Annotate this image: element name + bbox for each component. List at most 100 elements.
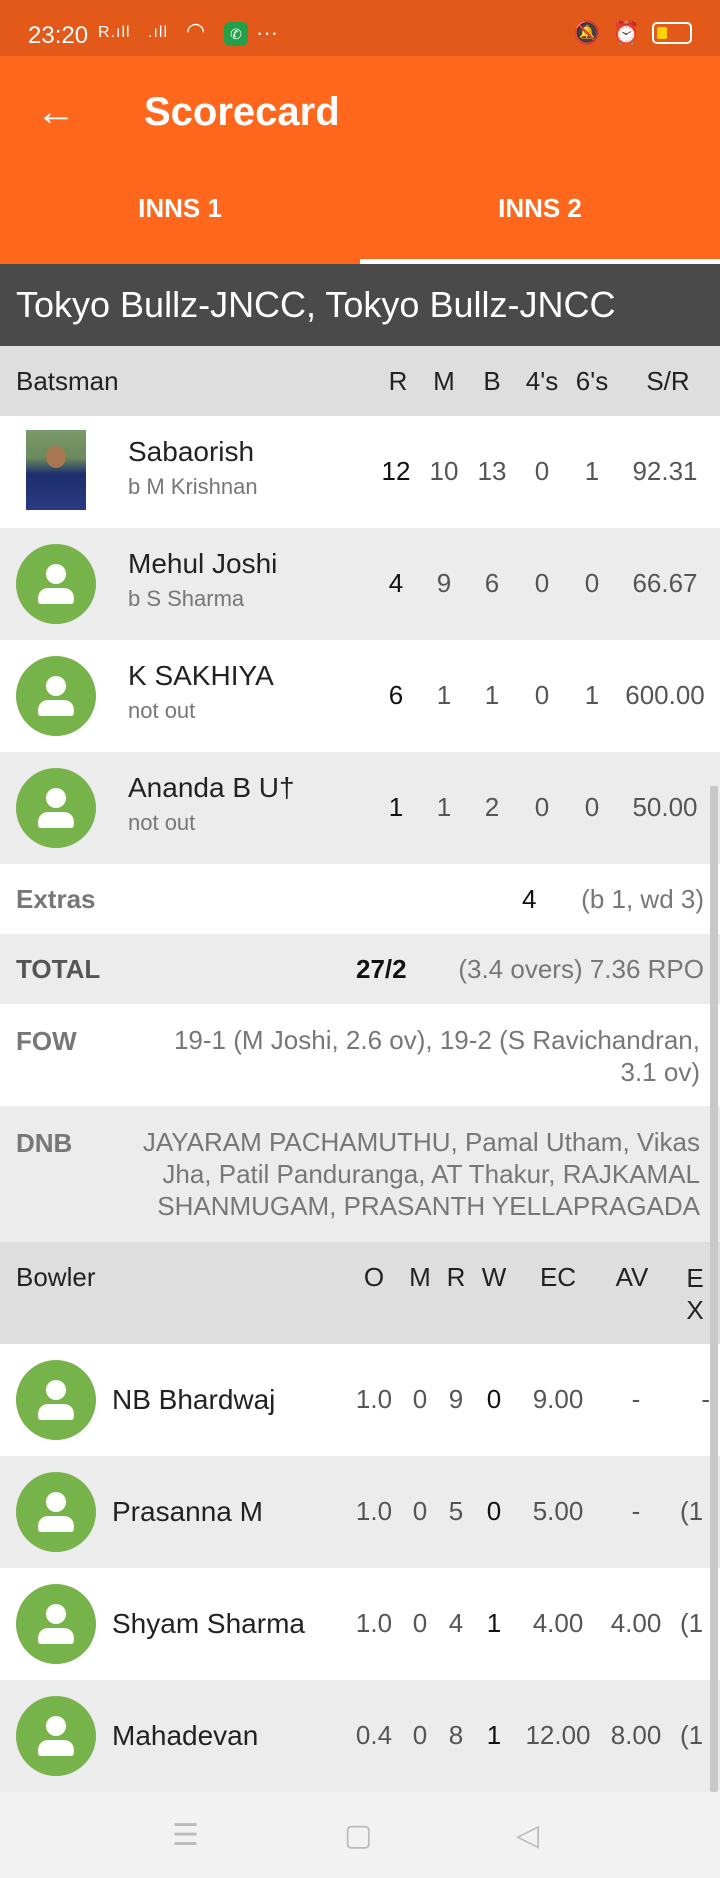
runs-header: R xyxy=(388,366,408,396)
batsman-row[interactable]: Ananda B U† not out 1 1 2 0 0 50.00 xyxy=(0,752,720,864)
runs-value: 6 xyxy=(388,680,404,710)
batsman-name: Sabaorish xyxy=(128,436,255,467)
fours-header: 4's xyxy=(525,366,559,396)
player-photo xyxy=(26,430,86,510)
sixes-value: 1 xyxy=(584,456,600,486)
wickets-value: 1 xyxy=(486,1720,502,1750)
balls-value: 2 xyxy=(484,792,500,822)
avatar-icon xyxy=(16,544,96,624)
batsman-row[interactable]: Sabaorish b M Krishnan 12 10 13 0 1 92.3… xyxy=(0,416,720,528)
wifi-icon: ◠ xyxy=(186,18,207,43)
bowler-name: NB Bhardwaj xyxy=(112,1384,276,1415)
maidens-header: M xyxy=(409,1262,431,1292)
total-value: 27/2 xyxy=(356,954,407,984)
scrollbar[interactable] xyxy=(710,786,718,1792)
dnb-line: SHANMUGAM, PRASANTH YELLAPRAGADA xyxy=(157,1191,700,1221)
back-arrow-icon[interactable]: ← xyxy=(36,92,76,132)
batsman-name: K SAKHIYA xyxy=(128,660,274,691)
fow-line: 19-1 (M Joshi, 2.6 ov), 19-2 (S Ravichan… xyxy=(173,1025,700,1055)
average-header: AV xyxy=(615,1262,649,1292)
back-icon[interactable]: ◁ xyxy=(516,1818,539,1853)
alarm-icon: ⏰ xyxy=(612,20,640,45)
economy-value: 9.00 xyxy=(532,1384,584,1414)
strike-rate-value: 50.00 xyxy=(632,792,698,822)
tab-inns-2[interactable]: INNS 2 xyxy=(360,168,720,264)
avatar-icon xyxy=(16,656,96,736)
total-label: TOTAL xyxy=(16,954,101,984)
sixes-header: 6's xyxy=(575,366,609,396)
bowler-row[interactable]: Shyam Sharma 1.0 0 4 1 4.00 4.00 (1 xyxy=(0,1568,720,1680)
extras-detail: (b 1, wd 3) xyxy=(581,884,704,914)
tab-inns-1[interactable]: INNS 1 xyxy=(0,168,360,264)
maidens-value: 0 xyxy=(412,1720,428,1750)
wickets-value: 0 xyxy=(486,1496,502,1526)
sixes-value: 0 xyxy=(584,792,600,822)
balls-value: 13 xyxy=(477,456,507,486)
average-value: - xyxy=(631,1496,641,1526)
economy-value: 4.00 xyxy=(532,1608,584,1638)
extras-value: (1 xyxy=(680,1496,704,1526)
fours-value: 0 xyxy=(534,456,550,486)
bowler-name: Prasanna M xyxy=(112,1496,263,1527)
extras-value: (1 xyxy=(680,1608,704,1638)
batsman-name: Ananda B U† xyxy=(128,772,295,803)
dismissal-text: not out xyxy=(128,698,196,723)
system-nav-bar: ☰ ▢ ◁ xyxy=(0,1792,720,1878)
page-title: Scorecard xyxy=(144,90,340,134)
bowler-row[interactable]: Mahadevan 0.4 0 8 1 12.00 8.00 (1 xyxy=(0,1680,720,1792)
extras-value: (1 xyxy=(680,1720,704,1750)
minutes-value: 1 xyxy=(436,680,452,710)
avatar-icon xyxy=(16,1584,96,1664)
fow-row: FOW 19-1 (M Joshi, 2.6 ov), 19-2 (S Ravi… xyxy=(0,1004,720,1106)
batting-header: Batsman R M B 4's 6's S/R xyxy=(0,346,720,416)
strike-rate-header: S/R xyxy=(646,366,690,396)
dnb-label: DNB xyxy=(16,1128,73,1158)
fow-line: 3.1 ov) xyxy=(620,1057,701,1087)
wickets-value: 1 xyxy=(486,1608,502,1638)
menu-icon[interactable]: ☰ xyxy=(172,1818,199,1853)
fours-value: 0 xyxy=(534,680,550,710)
batsman-row[interactable]: K SAKHIYA not out 6 1 1 0 1 600.00 xyxy=(0,640,720,752)
sixes-value: 0 xyxy=(584,568,600,598)
strike-rate-value: 600.00 xyxy=(625,680,705,710)
runs-conceded-value: 8 xyxy=(448,1720,464,1750)
strike-rate-value: 66.67 xyxy=(632,568,698,598)
bowler-row[interactable]: Prasanna M 1.0 0 5 0 5.00 - (1 xyxy=(0,1456,720,1568)
overs-value: 1.0 xyxy=(355,1608,393,1638)
maidens-value: 0 xyxy=(412,1384,428,1414)
wickets-header: W xyxy=(481,1262,507,1292)
strike-rate-value: 92.31 xyxy=(632,456,698,486)
whatsapp-icon: ✆ xyxy=(224,22,248,46)
status-time: 23:20 xyxy=(28,22,89,49)
more-notifications-icon: ··· xyxy=(256,20,278,45)
batsman-name: Mehul Joshi xyxy=(128,548,278,579)
maidens-value: 0 xyxy=(412,1496,428,1526)
bowler-row[interactable]: NB Bhardwaj 1.0 0 9 0 9.00 - - xyxy=(0,1344,720,1456)
dismissal-text: b S Sharma xyxy=(128,586,245,611)
dnb-line: JAYARAM PACHAMUTHU, Pamal Utham, Vikas xyxy=(142,1127,700,1157)
runs-conceded-value: 9 xyxy=(448,1384,464,1414)
bowler-name: Shyam Sharma xyxy=(112,1608,305,1639)
minutes-value: 10 xyxy=(429,456,459,486)
overs-value: 0.4 xyxy=(355,1720,393,1750)
minutes-value: 1 xyxy=(436,792,452,822)
runs-conceded-value: 4 xyxy=(448,1608,464,1638)
extras-header: E X xyxy=(682,1262,708,1326)
total-row: TOTAL 27/2 (3.4 overs) 7.36 RPO xyxy=(0,934,720,1004)
extras-value: - xyxy=(701,1384,710,1414)
economy-value: 12.00 xyxy=(525,1720,591,1750)
avatar-icon xyxy=(16,1696,96,1776)
signal-icon: R.ıll xyxy=(98,24,131,41)
status-right: 🔕 ⏰ xyxy=(573,20,692,46)
minutes-header: M xyxy=(433,366,455,396)
batsman-header-label: Batsman xyxy=(16,366,119,396)
runs-conceded-value: 5 xyxy=(448,1496,464,1526)
dismissal-text: not out xyxy=(128,810,196,835)
avatar-icon xyxy=(16,1472,96,1552)
extras-header-line: E xyxy=(686,1263,704,1293)
bowler-name: Mahadevan xyxy=(112,1720,259,1751)
batsman-row[interactable]: Mehul Joshi b S Sharma 4 9 6 0 0 66.67 xyxy=(0,528,720,640)
home-icon[interactable]: ▢ xyxy=(344,1818,372,1853)
dnb-line: Jha, Patil Panduranga, AT Thakur, RAJKAM… xyxy=(162,1159,700,1189)
total-detail: (3.4 overs) 7.36 RPO xyxy=(458,954,704,984)
